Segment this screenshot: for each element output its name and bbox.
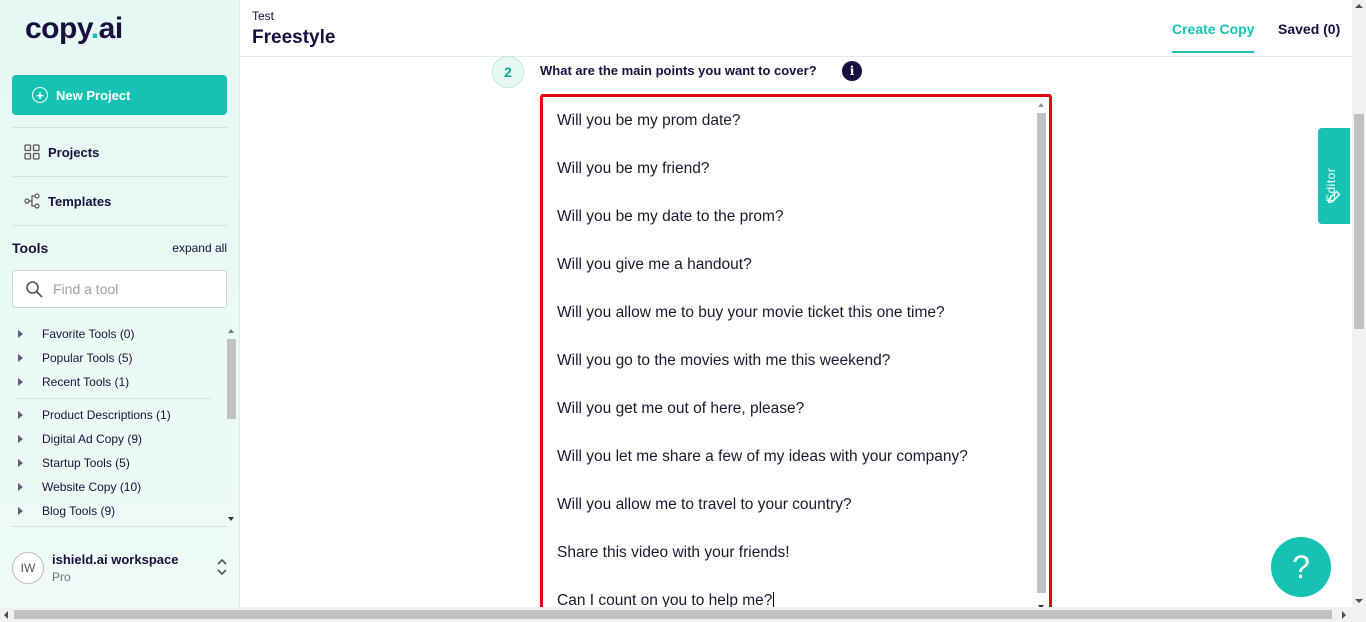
- main-points-textarea[interactable]: Will you be my prom date? Will you be my…: [540, 94, 1052, 614]
- caret-right-icon: [18, 378, 23, 386]
- sidebar-item-label: Templates: [48, 193, 112, 209]
- tool-group-digital-ad-copy[interactable]: Digital Ad Copy (9): [12, 427, 224, 451]
- text-line: Will you let me share a few of my ideas …: [557, 448, 968, 465]
- tool-group-recent[interactable]: Recent Tools (1): [12, 370, 224, 394]
- new-project-label: New Project: [56, 87, 131, 103]
- tool-group-product-descriptions[interactable]: Product Descriptions (1): [12, 403, 224, 427]
- text-line: Will you allow me to travel to your coun…: [557, 496, 852, 513]
- plus-circle-icon: +: [32, 87, 48, 103]
- workspace-plan: Pro: [52, 570, 71, 584]
- tool-group-startup-tools[interactable]: Startup Tools (5): [12, 451, 224, 475]
- caret-right-icon: [18, 459, 23, 467]
- search-icon: [26, 281, 43, 298]
- tools-header: Tools expand all: [12, 240, 227, 256]
- new-project-button[interactable]: + New Project: [12, 75, 227, 115]
- scroll-left-icon[interactable]: [4, 611, 8, 619]
- scroll-up-icon[interactable]: [1038, 103, 1044, 107]
- sidebar-item-templates[interactable]: Templates: [24, 193, 111, 209]
- caret-right-icon: [18, 411, 23, 419]
- text-line: Will you allow me to buy your movie tick…: [557, 304, 945, 321]
- tool-group-popular[interactable]: Popular Tools (5): [12, 346, 224, 370]
- caret-right-icon: [18, 435, 23, 443]
- scroll-right-icon[interactable]: [1342, 611, 1346, 619]
- expand-all-link[interactable]: expand all: [172, 241, 227, 255]
- divider: [12, 526, 227, 527]
- question-label: What are the main points you want to cov…: [540, 63, 817, 78]
- page-horizontal-scrollbar[interactable]: [0, 607, 1366, 622]
- text-line: Will you go to the movies with me this w…: [557, 352, 891, 369]
- caret-right-icon: [18, 330, 23, 338]
- scroll-down-icon[interactable]: [1355, 599, 1363, 603]
- scrollbar-thumb[interactable]: [1037, 113, 1046, 593]
- copyai-logo[interactable]: copy.ai: [25, 12, 123, 46]
- tool-list: Favorite Tools (0) Popular Tools (5) Rec…: [12, 322, 224, 523]
- scroll-up-icon[interactable]: [228, 329, 234, 333]
- page-header: Test Freestyle Create Copy Saved (0): [240, 0, 1352, 57]
- sidebar: copy.ai + New Project Projects Templates…: [0, 0, 240, 607]
- divider: [12, 176, 227, 177]
- sidebar-item-label: Projects: [48, 144, 100, 160]
- tab-saved[interactable]: Saved (0): [1278, 21, 1340, 37]
- workspace-name: ishield.ai workspace: [52, 552, 179, 567]
- tool-group-website-copy[interactable]: Website Copy (10): [12, 475, 224, 499]
- pencil-icon: [1327, 190, 1341, 204]
- editor-toggle-tab[interactable]: Editor: [1318, 128, 1350, 224]
- scroll-down-icon[interactable]: [228, 517, 234, 521]
- caret-right-icon: [18, 483, 23, 491]
- workspace-switcher[interactable]: IW ishield.ai workspace Pro: [12, 542, 232, 594]
- chevron-up-down-icon[interactable]: [216, 556, 228, 578]
- textarea-scrollbar[interactable]: [1035, 99, 1047, 611]
- tool-group-blog-tools[interactable]: Blog Tools (9): [12, 499, 224, 523]
- search-input[interactable]: [53, 281, 203, 297]
- text-line: Will you be my prom date?: [557, 112, 741, 129]
- tools-title: Tools: [12, 240, 49, 256]
- page-title: Freestyle: [252, 27, 336, 48]
- textarea-content[interactable]: Will you be my prom date? Will you be my…: [557, 107, 1027, 611]
- divider: [12, 127, 227, 128]
- divider: [12, 225, 227, 226]
- step-number-badge: 2: [492, 56, 524, 88]
- sidebar-item-projects[interactable]: Projects: [24, 144, 99, 160]
- caret-right-icon: [18, 507, 23, 515]
- scrollbar-thumb[interactable]: [1354, 114, 1364, 329]
- text-line: Will you give me a handout?: [557, 256, 752, 273]
- flow-icon: [24, 193, 40, 209]
- caret-right-icon: [18, 354, 23, 362]
- grid-icon: [24, 144, 40, 160]
- divider: [16, 398, 212, 399]
- tab-create-copy[interactable]: Create Copy: [1172, 21, 1255, 53]
- scroll-up-icon[interactable]: [1355, 4, 1363, 8]
- breadcrumb[interactable]: Test: [252, 9, 274, 23]
- scrollbar-thumb[interactable]: [14, 610, 1332, 619]
- text-line: Will you be my friend?: [557, 160, 710, 177]
- info-icon[interactable]: i: [842, 61, 862, 81]
- text-line: Will you be my date to the prom?: [557, 208, 784, 225]
- text-line: Share this video with your friends!: [557, 544, 790, 561]
- scrollbar-thumb[interactable]: [227, 339, 236, 419]
- text-line: Will you get me out of here, please?: [557, 400, 805, 417]
- tool-group-favorite[interactable]: Favorite Tools (0): [12, 322, 224, 346]
- avatar: IW: [12, 552, 44, 584]
- page-vertical-scrollbar[interactable]: [1352, 0, 1366, 607]
- tool-list-scrollbar[interactable]: [226, 325, 237, 523]
- help-button[interactable]: ?: [1271, 537, 1331, 597]
- tool-search[interactable]: [12, 270, 227, 308]
